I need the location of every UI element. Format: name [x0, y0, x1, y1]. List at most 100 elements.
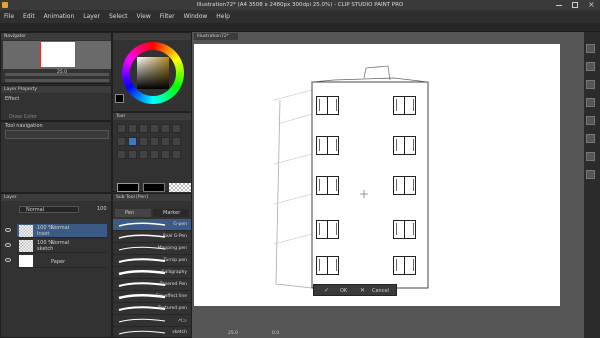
check-icon: ✓ — [324, 287, 330, 294]
menu-window[interactable]: Window — [184, 13, 208, 20]
layer-row[interactable]: Paper — [17, 254, 107, 268]
stroke-icon — [118, 330, 166, 335]
menu-bar: File Edit Animation Layer Select View Fi… — [0, 10, 600, 23]
balloon-tool-icon[interactable] — [161, 150, 170, 159]
brush-item[interactable]: Calligraphy — [113, 267, 191, 279]
close-icon[interactable]: × — [588, 0, 595, 9]
eye-icon[interactable] — [5, 258, 11, 262]
layer-row[interactable]: 100 % Normal Inset — [17, 224, 107, 238]
blend-mode-select[interactable]: Normal — [19, 206, 79, 213]
right-dock — [584, 32, 600, 338]
brush-item[interactable]: Real G-Pen — [113, 231, 191, 243]
hand-tool-icon[interactable] — [139, 124, 148, 133]
selection-tool-icon[interactable] — [161, 124, 170, 133]
eye-icon[interactable] — [5, 228, 11, 232]
brush-item[interactable]: Turnip pen — [113, 255, 191, 267]
eraser-tool-icon[interactable] — [172, 137, 181, 146]
operation-tool-icon[interactable] — [150, 124, 159, 133]
dock-button[interactable] — [586, 170, 595, 179]
maximize-icon[interactable] — [572, 2, 578, 8]
tool-navigation-label: Tool navigation — [5, 123, 43, 129]
menu-filter[interactable]: Filter — [160, 13, 175, 20]
navigator-zoom-value: 25.0 — [57, 70, 68, 75]
fill-tool-icon[interactable] — [117, 150, 126, 159]
cancel-x-icon: ✕ — [360, 287, 366, 294]
window — [393, 96, 416, 115]
ruler-tool-icon[interactable] — [172, 150, 181, 159]
layer-mode: Normal — [51, 240, 70, 246]
navigator-rotate-slider[interactable] — [5, 79, 109, 82]
menu-animation[interactable]: Animation — [44, 13, 75, 20]
dock-button[interactable] — [586, 62, 595, 71]
menu-edit[interactable]: Edit — [23, 13, 35, 20]
menu-view[interactable]: View — [137, 13, 151, 20]
title-bar: Illustration72* (A4 3508 x 2480px 300dpi… — [0, 0, 600, 10]
airbrush-tool-icon[interactable] — [161, 137, 170, 146]
color-wheel-tab[interactable] — [113, 33, 191, 40]
menu-layer[interactable]: Layer — [83, 13, 100, 20]
brush-item[interactable]: Textured pen — [113, 303, 191, 315]
transform-bar: ✓ OK ✕ Cancel — [313, 284, 397, 296]
dock-button[interactable] — [586, 44, 595, 53]
move-tool-icon[interactable] — [128, 124, 137, 133]
brush-item[interactable]: ペン — [113, 315, 191, 327]
eye-icon[interactable] — [5, 243, 11, 247]
tool-navigation-panel: Tool navigation — [0, 121, 112, 193]
brush-item[interactable]: For effect line — [113, 291, 191, 303]
minimize-icon[interactable] — [556, 5, 562, 6]
menu-file[interactable]: File — [4, 13, 14, 20]
pencil-tool-icon[interactable] — [139, 137, 148, 146]
layer-name: Inset — [37, 231, 50, 237]
brush-label: G-pen — [173, 222, 187, 227]
background-color[interactable] — [143, 183, 165, 192]
main-color-swatch[interactable] — [115, 94, 124, 103]
ok-button[interactable]: ✓ OK — [324, 287, 354, 295]
canvas-paper[interactable] — [194, 44, 560, 306]
dock-button[interactable] — [586, 80, 595, 89]
draw-color-label: Draw Color — [9, 114, 37, 120]
stroke-icon — [118, 222, 166, 227]
zoom-tool-icon[interactable] — [117, 124, 126, 133]
brush-item[interactable]: Tapered Pen — [113, 279, 191, 291]
brush-label: Textured pen — [157, 306, 187, 311]
layer-mode: Normal — [51, 225, 70, 231]
layer-thumbnail — [19, 240, 33, 252]
brush-item[interactable]: G-pen — [113, 219, 191, 231]
brush-item[interactable]: Mapping pen — [113, 243, 191, 255]
menu-help[interactable]: Help — [216, 13, 230, 20]
layer-panel: Layer Normal 100 100 % Normal Inset 100 … — [0, 193, 112, 338]
saturation-square[interactable] — [137, 57, 169, 89]
cancel-button[interactable]: ✕ Cancel — [360, 287, 394, 295]
navigator-preview[interactable] — [40, 41, 76, 68]
canvas-tab[interactable]: Illustration72* — [194, 33, 238, 40]
eyedropper-tool-icon[interactable] — [117, 137, 126, 146]
dock-button[interactable] — [586, 134, 595, 143]
effect-label: Effect — [5, 96, 20, 102]
layer-row[interactable]: 100 % Normal sketch — [17, 239, 107, 253]
dock-button[interactable] — [586, 116, 595, 125]
pen-tool-icon[interactable] — [128, 137, 137, 146]
stroke-icon — [118, 258, 166, 263]
dock-button[interactable] — [586, 152, 595, 161]
transparent-color[interactable] — [169, 183, 191, 192]
dock-button[interactable] — [586, 98, 595, 107]
figure-tool-icon[interactable] — [139, 150, 148, 159]
layer-property-tab[interactable]: Layer Property — [1, 86, 111, 93]
sub-tool-group-pen[interactable]: Pen — [115, 209, 151, 217]
sub-tool-tab[interactable]: Sub Tool [Pen] — [113, 194, 191, 201]
foreground-color[interactable] — [117, 183, 139, 192]
brush-list: G-pen Real G-Pen Mapping pen Turnip pen … — [113, 219, 191, 338]
ok-label: OK — [340, 288, 348, 294]
brush-tool-icon[interactable] — [150, 137, 159, 146]
tool-navigation-button[interactable] — [5, 130, 109, 139]
text-tool-icon[interactable] — [150, 150, 159, 159]
gradient-tool-icon[interactable] — [128, 150, 137, 159]
sub-tool-group-marker[interactable]: Marker — [153, 209, 189, 217]
menu-select[interactable]: Select — [109, 13, 128, 20]
navigator-tab[interactable]: Navigator — [1, 33, 111, 40]
layer-tab[interactable]: Layer — [1, 194, 111, 201]
tool-tab[interactable]: Tool — [113, 113, 191, 120]
lasso-tool-icon[interactable] — [172, 124, 181, 133]
opacity-value: 100 — [97, 206, 107, 212]
brush-item[interactable]: sketch — [113, 327, 191, 338]
